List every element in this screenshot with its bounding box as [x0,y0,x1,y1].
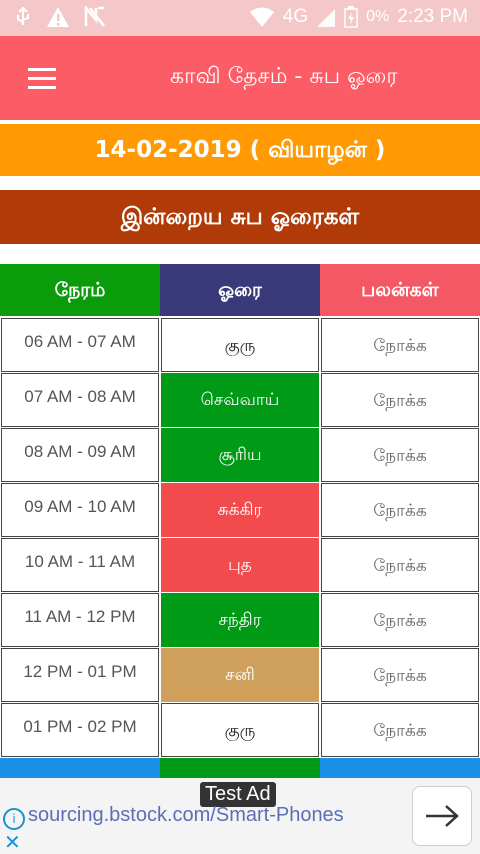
time-cell: 01 PM - 02 PM [1,703,159,757]
time-cell: 10 AM - 11 AM [1,538,159,592]
status-bar: 4G 0% 2:23 PM [0,0,480,36]
warning-icon [47,7,69,27]
header-result: பலன்கள் [320,264,480,316]
usb-icon [17,6,29,25]
partial-time-cell [0,758,160,778]
app-title: காவி தேசம் - சுப ஓரை [170,64,398,89]
time-cell: 09 AM - 10 AM [1,483,159,537]
time-cell: 07 AM - 08 AM [1,373,159,427]
result-cell: நோக்க [321,318,479,372]
result-cell: நோக்க [321,648,479,702]
menu-icon[interactable] [28,68,56,90]
result-cell: நோக்க [321,703,479,757]
horai-cell: சனி [161,648,319,702]
horai-cell: சூரிய [161,428,319,482]
section-title: இன்றைய சுப ஓரைகள் [0,190,480,244]
wifi-icon [249,7,274,27]
no-sim-icon [84,6,105,27]
time-cell: 06 AM - 07 AM [1,318,159,372]
horai-cell: குரு [161,318,319,372]
network-type: 4G [282,6,309,27]
info-icon[interactable]: i [3,808,25,830]
ad-url[interactable]: sourcing.bstock.com/Smart-Phones [28,804,344,827]
time-cell: 12 PM - 01 PM [1,648,159,702]
result-cell: நோக்க [321,373,479,427]
date-line: 14-02-2019 ( வியாழன் ) [0,124,480,176]
ad-banner[interactable]: Test Ad i ✕ sourcing.bstock.com/Smart-Ph… [0,778,480,854]
close-icon[interactable]: ✕ [4,830,21,854]
header-horai: ஓரை [160,264,320,316]
battery-icon [344,6,358,28]
clock: 2:23 PM [397,6,468,27]
result-cell: நோக்க [321,593,479,647]
arrow-right-icon[interactable] [412,786,472,846]
horai-cell: சந்திர [161,593,319,647]
partial-horai-cell [160,758,320,778]
result-cell: நோக்க [321,538,479,592]
app-bar: காவி தேசம் - சுப ஓரை [0,36,480,120]
result-cell: நோக்க [321,483,479,537]
horai-cell: குரு [161,703,319,757]
partial-result-cell [320,758,480,778]
result-cell: நோக்க [321,428,479,482]
horai-cell: சுக்கிர [161,483,319,537]
signal-icon [317,9,336,27]
header-time: நேரம் [0,264,160,316]
time-cell: 11 AM - 12 PM [1,593,159,647]
horai-cell: புத [161,538,319,592]
horai-cell: செவ்வாய் [161,373,319,427]
time-cell: 08 AM - 09 AM [1,428,159,482]
battery-percent: 0% [366,8,390,25]
